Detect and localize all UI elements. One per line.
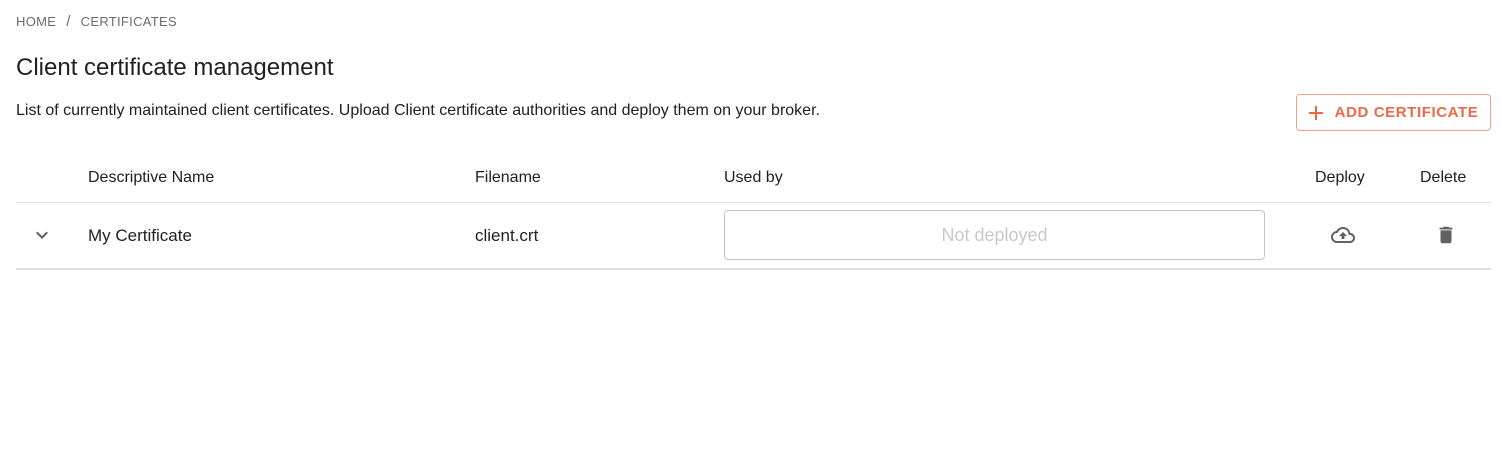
delete-button[interactable] (1435, 223, 1457, 247)
column-header-deploy: Deploy (1315, 169, 1365, 186)
table-row: My Certificate client.crt Not deployed (16, 203, 1491, 270)
deploy-button[interactable] (1329, 223, 1357, 247)
trash-icon (1435, 223, 1457, 247)
expand-row-button[interactable] (30, 223, 54, 247)
breadcrumb-separator: / (66, 13, 71, 30)
used-by-select[interactable]: Not deployed (724, 210, 1265, 260)
certificates-page: HOME / CERTIFICATES Client certificate m… (0, 0, 1502, 472)
breadcrumb: HOME / CERTIFICATES (16, 13, 177, 30)
add-certificate-label: ADD CERTIFICATE (1334, 104, 1479, 121)
certificates-table: Descriptive Name Filename Used by Deploy… (16, 155, 1491, 270)
column-header-used-by: Used by (724, 169, 783, 186)
breadcrumb-home-link[interactable]: HOME (16, 14, 56, 29)
page-title: Client certificate management (16, 54, 334, 81)
cloud-upload-icon (1329, 223, 1357, 247)
column-header-name: Descriptive Name (88, 169, 215, 186)
plus-icon (1308, 105, 1323, 120)
table-header: Descriptive Name Filename Used by Deploy… (16, 155, 1491, 203)
certificate-filename: client.crt (475, 226, 539, 245)
certificate-name: My Certificate (88, 226, 192, 245)
page-description: List of currently maintained client cert… (16, 102, 820, 119)
used-by-placeholder: Not deployed (941, 224, 1048, 245)
add-certificate-button[interactable]: ADD CERTIFICATE (1296, 94, 1491, 131)
column-header-delete: Delete (1420, 169, 1467, 186)
chevron-down-icon (30, 223, 54, 247)
column-header-filename: Filename (475, 169, 541, 186)
breadcrumb-current: CERTIFICATES (80, 14, 177, 29)
